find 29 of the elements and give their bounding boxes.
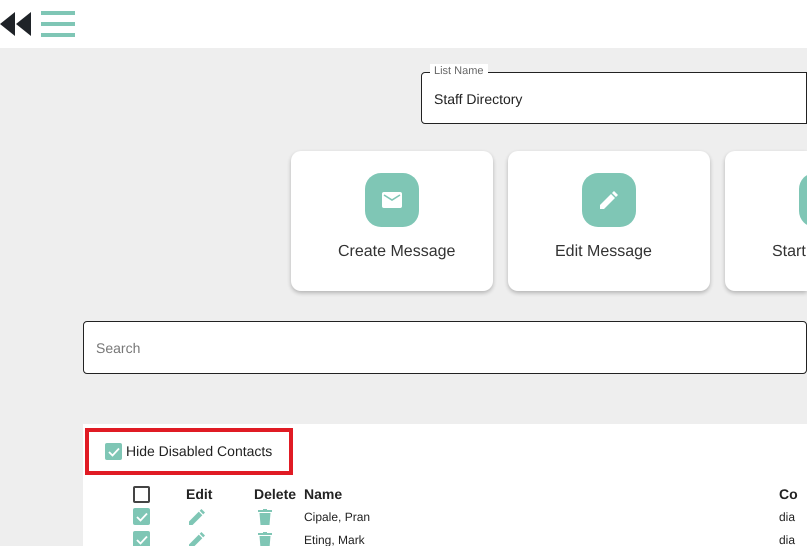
- rewind-icon[interactable]: [0, 12, 31, 36]
- action-label: Start: [772, 242, 806, 262]
- table-cell-text: dia: [779, 508, 796, 526]
- action-card[interactable]: Create Message: [291, 151, 493, 291]
- trash-icon[interactable]: [258, 532, 272, 546]
- checkbox-label: Hide Disabled Contacts: [126, 442, 272, 461]
- envelope-icon: [382, 192, 402, 208]
- table-cell-text: Cipale, Pran: [304, 508, 370, 526]
- menu-icon[interactable]: [41, 11, 75, 37]
- action-label: Edit Message: [555, 242, 652, 262]
- column-header: Name: [304, 484, 342, 504]
- trash-icon[interactable]: [258, 508, 272, 524]
- action-card[interactable]: Start: [725, 151, 807, 291]
- select-all-checkbox[interactable]: [133, 486, 150, 502]
- field-value: Staff Directory: [434, 90, 522, 109]
- column-header: Delete: [254, 484, 296, 504]
- search-field[interactable]: Search: [83, 321, 807, 374]
- row-checkbox[interactable]: [133, 508, 150, 525]
- column-header: Edit: [186, 484, 212, 504]
- table-cell-text: dia: [779, 532, 796, 546]
- pencil-icon: [600, 191, 618, 209]
- action-label: Create Message: [338, 242, 456, 262]
- checkbox[interactable]: [105, 443, 122, 460]
- action-card[interactable]: Edit Message: [508, 151, 710, 291]
- pencil-icon[interactable]: [189, 532, 205, 546]
- row-checkbox[interactable]: [133, 531, 150, 546]
- pencil-icon[interactable]: [189, 508, 205, 524]
- column-header: Co: [779, 484, 798, 504]
- table-cell-text: Eting, Mark: [304, 532, 365, 546]
